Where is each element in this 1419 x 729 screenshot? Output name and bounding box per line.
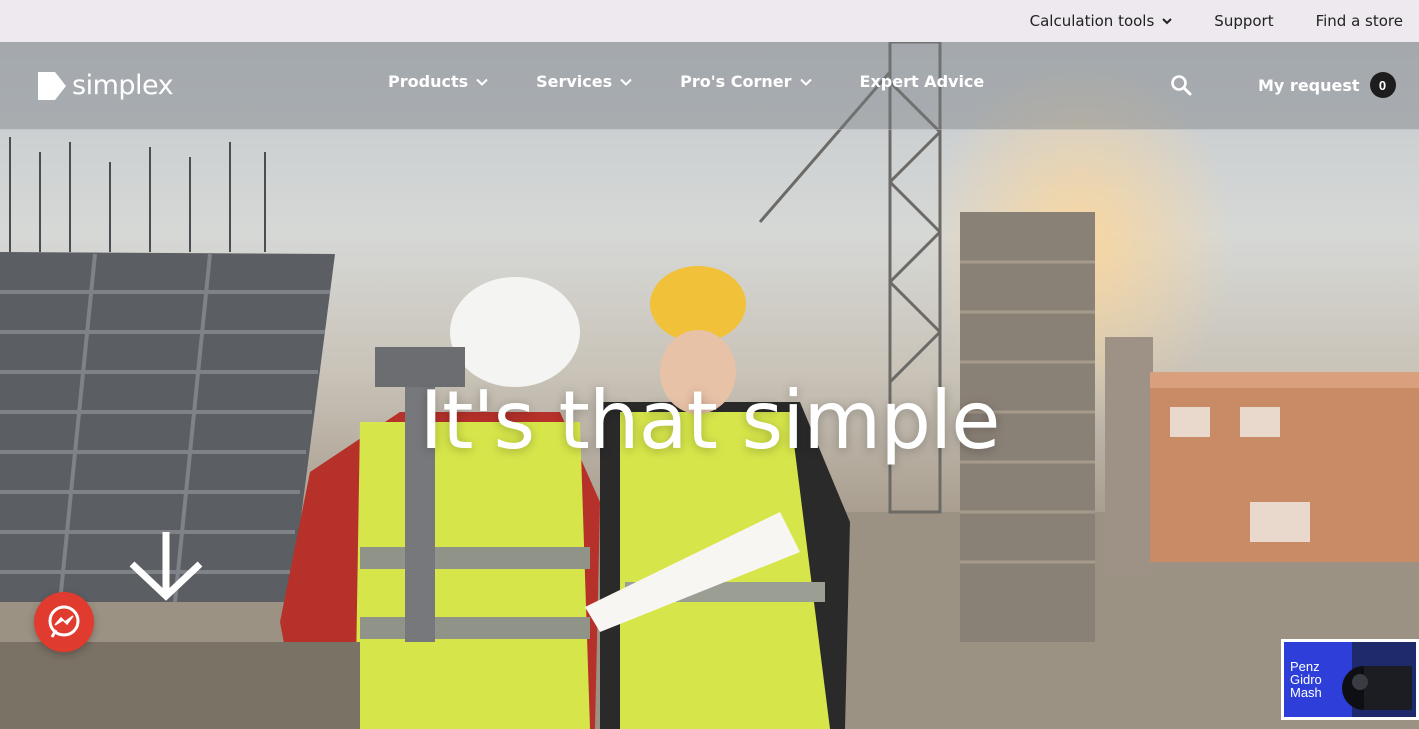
utility-bar: Calculation tools Support Find a store [0,0,1419,42]
chevron-down-icon [799,78,812,86]
messenger-chat-button[interactable] [34,592,94,652]
nav-item-label: Pro's Corner [680,72,792,91]
tank-image [1342,666,1412,710]
calculation-tools-label: Calculation tools [1029,12,1155,30]
chevron-down-icon [476,78,488,86]
my-request-label: My request [1258,75,1360,95]
request-count-badge: 0 [1369,72,1396,98]
chevron-down-icon [620,78,632,86]
nav-item-label: Products [388,72,469,91]
support-link[interactable]: Support [1214,12,1273,30]
hero-section: simplex Products Services Pro's Corner E… [0,42,1419,729]
find-store-link[interactable]: Find a store [1316,12,1403,30]
nav-links: Products Services Pro's Corner Expert Ad… [388,72,1032,91]
promo-thumbnail-image: Penz Gidro Mash [1284,642,1416,717]
search-icon[interactable] [1170,74,1192,96]
messenger-icon [48,605,80,638]
nav-item-label: Expert Advice [859,72,985,91]
brand-name: simplex [72,70,174,101]
simplex-logo-icon [38,71,66,100]
main-navigation: simplex Products Services Pro's Corner E… [0,42,1419,130]
hero-headline: It's that simple [419,374,1000,467]
my-request-button[interactable]: My request 0 [1258,72,1396,98]
nav-item-pros-corner[interactable]: Pro's Corner [680,72,812,91]
nav-item-expert-advice[interactable]: Expert Advice [860,72,985,91]
promo-video-thumbnail[interactable]: Penz Gidro Mash [1281,639,1419,720]
nav-item-label: Services [536,72,613,91]
nav-item-services[interactable]: Services [536,72,632,91]
nav-item-products[interactable]: Products [388,72,488,91]
simplex-logo[interactable]: simplex [38,70,174,101]
find-store-label: Find a store [1315,12,1403,30]
chevron-down-icon [1162,18,1173,25]
support-label: Support [1214,12,1274,30]
arrow-down-icon[interactable] [128,530,204,602]
calculation-tools-link[interactable]: Calculation tools [1030,12,1173,30]
